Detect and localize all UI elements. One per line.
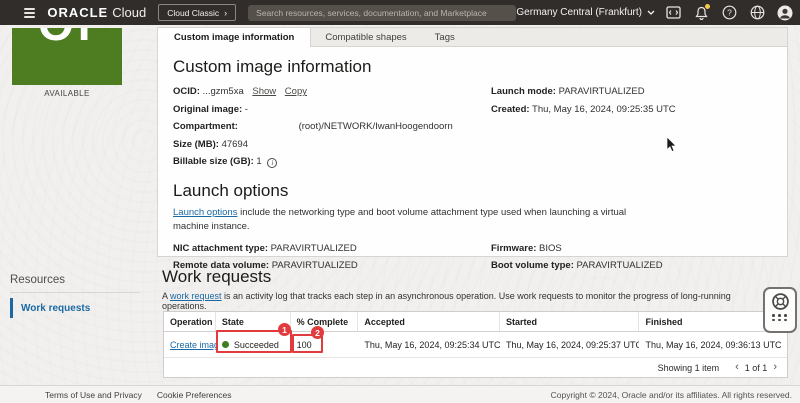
language-globe-icon[interactable] [749,5,765,21]
top-navigation-bar: ORACLECloud Cloud Classic › Germany Cent… [0,0,800,25]
accepted-cell: Thu, May 16, 2024, 09:25:34 UTC [364,339,500,350]
image-info-fields-right: Launch mode: PARAVIRTUALIZED Created: Th… [491,86,676,121]
column-header-accepted: Accepted [358,312,500,331]
chevron-right-icon: › [224,7,228,18]
section-title-launch-options: Launch options [173,181,289,200]
developer-tools-icon[interactable] [665,5,681,21]
tab-custom-image-information[interactable]: Custom image information [158,28,312,47]
tab-tags[interactable]: Tags [421,28,469,46]
field-firmware: Firmware: BIOS [491,242,562,254]
started-cell: Thu, May 16, 2024, 09:25:37 UTC [505,339,640,350]
pagination-next-icon[interactable]: › [773,362,777,373]
field-ocid: OCID: ...gzm5xa Show Copy [173,86,307,97]
region-selector[interactable]: Germany Central (Frankfurt) [516,7,655,18]
state-cell: Succeeded [216,332,291,357]
field-size-mb: Size (MB): 47694 [173,138,248,150]
image-details-panel: Custom image information Compatible shap… [157,27,788,271]
succeeded-status-dot [221,341,229,348]
field-original-image: Original image: - [173,103,248,115]
svg-text:?: ? [727,8,732,18]
pagination: ‹ 1 of 1 › [735,362,777,373]
field-billable-size: Billable size (GB): 1 i [173,156,787,168]
column-header-state: State [216,312,291,331]
hamburger-menu-icon[interactable] [24,6,36,20]
field-nic-attachment: NIC attachment type: PARAVIRTUALIZED [173,242,357,254]
field-created: Created: Thu, May 16, 2024, 09:25:35 UTC [491,103,676,115]
image-icon-letters: OI [38,28,95,51]
cookie-preferences-link[interactable]: Cookie Preferences [157,390,232,400]
oracle-cloud-console: ORACLECloud Cloud Classic › Germany Cent… [0,0,800,403]
cloud-classic-button[interactable]: Cloud Classic › [158,4,237,21]
work-request-link[interactable]: work request [170,291,222,301]
help-icon[interactable]: ? [721,5,737,21]
field-launch-mode: Launch mode: PARAVIRTUALIZED [491,86,645,97]
cloud-classic-label: Cloud Classic [167,7,220,18]
table-row: Create image Succeeded 100 Thu, May 16, … [164,332,787,357]
percent-complete-cell: 100 [296,339,312,350]
drag-handle-dots-icon[interactable] [772,314,788,321]
finished-cell: Thu, May 16, 2024, 09:36:13 UTC [645,339,782,350]
active-indicator-bar [10,298,13,318]
lifebuoy-help-icon [771,293,789,310]
work-requests-title: Work requests [162,267,272,286]
launch-options-link[interactable]: Launch options [173,207,237,218]
tab-compatible-shapes[interactable]: Compatible shapes [311,28,420,46]
pagination-prev-icon[interactable]: ‹ [735,362,739,373]
sidebar-item-work-requests[interactable]: Work requests [10,298,90,318]
notifications-bell-icon[interactable] [693,3,710,21]
resources-heading: Resources [10,274,65,286]
tab-strip: Custom image information Compatible shap… [158,28,787,47]
image-status-label: AVAILABLE [44,89,90,98]
header-icons: ? [665,3,793,21]
create-image-link[interactable]: Create image [170,340,216,350]
custom-image-thumbnail: OI [12,28,122,85]
chevron-down-icon [647,10,655,15]
terms-link[interactable]: Terms of Use and Privacy [45,390,142,400]
logo-cloud: Cloud [112,5,147,20]
resources-divider [10,292,140,293]
field-compartment: Compartment: (root)/NETWORK/IwanHoogendo… [173,121,453,132]
info-icon[interactable]: i [267,158,278,168]
sidebar-item-label: Work requests [21,302,91,314]
image-info-fields: OCID: ...gzm5xa Show Copy Original image… [173,86,787,168]
pagination-label: 1 of 1 [744,362,768,373]
section-title-custom-image-information: Custom image information [173,57,372,76]
page-footer: Terms of Use and Privacy Cookie Preferen… [0,385,800,403]
column-header-operation: Operation [164,312,216,331]
launch-options-fields-right: Firmware: BIOS Boot volume type: PARAVIR… [491,243,663,278]
support-widget[interactable] [763,287,797,333]
table-header-row: Operation State % Complete Accepted Star… [164,312,787,332]
logo-oracle: ORACLE [47,5,109,20]
ocid-show-link[interactable]: Show [252,86,276,97]
search-input[interactable] [248,4,517,21]
user-avatar[interactable] [777,5,793,21]
work-requests-description: A work request is an activity log that t… [162,291,731,311]
ocid-copy-link[interactable]: Copy [285,86,307,97]
notification-badge [705,3,710,9]
region-label: Germany Central (Frankfurt) [516,7,642,18]
copyright-text: Copyright © 2024, Oracle and/or its affi… [550,389,792,400]
table-footer: Showing 1 item ‹ 1 of 1 › [164,357,787,377]
work-requests-table: Operation State % Complete Accepted Star… [163,311,788,378]
state-value: Succeeded [233,339,279,350]
oracle-cloud-logo[interactable]: ORACLE Cloud [47,5,146,20]
column-header-percent-complete: % Complete [291,312,359,331]
launch-options-description: Launch options include the networking ty… [173,207,627,232]
field-boot-volume-type: Boot volume type: PARAVIRTUALIZED [491,260,663,272]
column-header-started: Started [500,312,640,331]
items-summary: Showing 1 item [657,362,720,373]
